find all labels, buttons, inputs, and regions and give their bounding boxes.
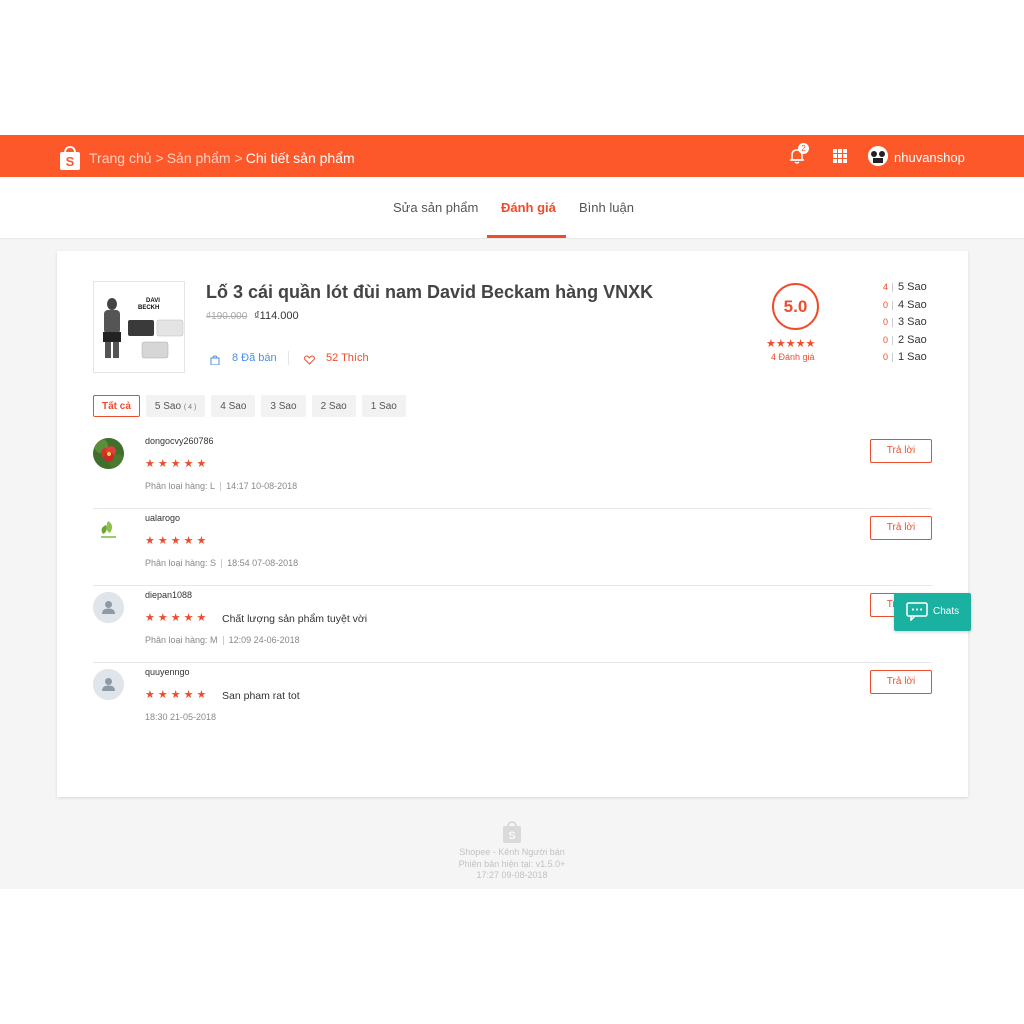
- review-stars: ★★★★★: [145, 458, 210, 470]
- shopee-footer-logo-icon: S: [503, 821, 521, 843]
- footer-version: Phiên bản hiện tại: v1.5.0+: [458, 859, 566, 869]
- filter-count: ( 4 ): [183, 404, 197, 411]
- distribution-label: 4 Sao: [898, 299, 927, 311]
- svg-text:BECKH: BECKH: [138, 305, 159, 311]
- seller-centre-frame: S Trang chủ > Sản phẩm > Chi tiết sản ph…: [0, 135, 1024, 889]
- notification-badge: 2: [798, 143, 809, 154]
- stat-divider: [288, 351, 289, 365]
- review-meta: Phân loại hàng: M 12:09 24-06-2018: [145, 635, 300, 645]
- filter-label: 5 Sao: [154, 401, 182, 412]
- heart-icon: [304, 355, 315, 365]
- distribution-count: 0: [882, 317, 888, 327]
- review-item: quuyenngo ★★★★★ San pham rat tot 18:30 2…: [93, 663, 932, 740]
- rating-distribution-row: 4 5 Sao: [879, 281, 927, 293]
- footer-brand: Shopee - Kênh Người bán: [459, 847, 565, 857]
- filter-3-stars[interactable]: 3 Sao: [261, 395, 306, 417]
- leaf-logo-avatar: [93, 515, 124, 546]
- rating-distribution-row: 0 4 Sao: [879, 299, 927, 311]
- reply-button[interactable]: Trả lời: [870, 670, 932, 694]
- distribution-label: 5 Sao: [898, 281, 927, 293]
- distribution-count: 4: [882, 282, 888, 292]
- filter-2-stars[interactable]: 2 Sao: [311, 395, 356, 417]
- sale-price: ₫114.000: [254, 310, 299, 322]
- breadcrumb-products[interactable]: Sản phẩm: [167, 150, 231, 166]
- review-meta: Phân loại hàng: L 14:17 10-08-2018: [145, 481, 297, 491]
- breadcrumb-separator: >: [234, 150, 243, 166]
- reply-button[interactable]: Trả lời: [870, 516, 932, 540]
- review-meta: 18:30 21-05-2018: [145, 712, 216, 722]
- tab-reviews[interactable]: Đánh giá: [501, 200, 556, 215]
- original-price: ₫190.000: [206, 311, 248, 322]
- svg-text:DAVI: DAVI: [146, 298, 160, 304]
- review-time: 18:54 07-08-2018: [227, 558, 299, 568]
- shopping-bag-icon: [210, 355, 220, 365]
- review-variant: Phân loại hàng: S: [145, 558, 217, 568]
- breadcrumb-home[interactable]: Trang chủ: [89, 150, 152, 166]
- filter-all[interactable]: Tất cả: [93, 395, 140, 417]
- reviews-card: DAVI BECKH Lố 3 cái quần lót đùi nam Dav…: [57, 251, 968, 797]
- rating-distribution-row: 0 1 Sao: [879, 351, 927, 363]
- sold-count: 8 Đã bán: [232, 352, 277, 364]
- top-navigation-bar: S Trang chủ > Sản phẩm > Chi tiết sản ph…: [0, 135, 1024, 177]
- breadcrumb: Trang chủ > Sản phẩm > Chi tiết sản phẩm: [89, 150, 355, 166]
- apps-grid-icon[interactable]: [833, 149, 847, 163]
- distribution-count: 0: [882, 300, 888, 310]
- shop-avatar[interactable]: [868, 146, 888, 166]
- filter-5-stars[interactable]: 5 Sao ( 4 ): [145, 395, 206, 417]
- review-meta: Phân loại hàng: S 18:54 07-08-2018: [145, 558, 298, 568]
- review-time: 18:30 21-05-2018: [145, 712, 217, 722]
- distribution-label: 1 Sao: [898, 351, 927, 363]
- rating-distribution-row: 0 2 Sao: [879, 334, 927, 346]
- review-item: ualarogo ★★★★★ Phân loại hàng: S 18:54 07…: [93, 509, 932, 586]
- distribution-label: 3 Sao: [898, 316, 927, 328]
- reviewer-username: quuyenngo: [145, 667, 190, 677]
- default-user-avatar: [93, 592, 124, 623]
- chat-bubble-icon: [906, 602, 928, 621]
- review-item: diepan1088 ★★★★★ Chất lượng sản phẩm tuy…: [93, 586, 932, 663]
- review-stars: ★★★★★: [145, 689, 210, 701]
- rating-filter-group: Tất cả 5 Sao ( 4 ) 4 Sao 3 Sao 2 Sao 1 S…: [93, 395, 406, 417]
- filter-1-star[interactable]: 1 Sao: [361, 395, 406, 417]
- review-comment: San pham rat tot: [222, 690, 300, 702]
- svg-text:S: S: [508, 830, 515, 842]
- default-user-avatar: [93, 669, 124, 700]
- average-rating-score: 5.0: [772, 283, 819, 330]
- distribution-count: 0: [882, 352, 888, 362]
- chat-label: Chats: [933, 606, 960, 617]
- product-image: DAVI BECKH: [94, 282, 184, 372]
- review-time: 14:17 10-08-2018: [226, 481, 298, 491]
- footer-timestamp: 17:27 09-08-2018: [476, 870, 548, 880]
- distribution-count: 0: [882, 335, 888, 345]
- active-tab-indicator: [487, 235, 566, 238]
- distribution-label: 2 Sao: [898, 334, 927, 346]
- reply-button[interactable]: Trả lời: [870, 439, 932, 463]
- average-rating-stars: ★★★★★: [766, 338, 816, 350]
- svg-text:S: S: [66, 154, 75, 169]
- tab-edit-product[interactable]: Sửa sản phẩm: [393, 200, 478, 215]
- review-stars: ★★★★★: [145, 612, 210, 624]
- review-variant: Phân loại hàng: M: [145, 635, 218, 645]
- shopee-logo-icon[interactable]: S: [59, 145, 81, 171]
- review-stars: ★★★★★: [145, 535, 210, 547]
- review-comment: Chất lượng sản phẩm tuyệt vời: [222, 613, 368, 625]
- product-tab-bar: Sửa sản phẩm Đánh giá Bình luận: [0, 177, 1024, 239]
- review-time: 12:09 24-06-2018: [228, 635, 300, 645]
- reviewer-username: diepan1088: [145, 590, 193, 600]
- shop-username[interactable]: nhuvanshop: [894, 150, 965, 165]
- product-title: Lố 3 cái quần lót đùi nam David Beckam h…: [206, 282, 654, 302]
- reviewer-username: ualarogo: [145, 513, 181, 523]
- breadcrumb-separator: >: [155, 150, 164, 166]
- chat-button[interactable]: Chats: [894, 593, 971, 631]
- filter-4-stars[interactable]: 4 Sao: [211, 395, 256, 417]
- tab-comments[interactable]: Bình luận: [579, 200, 634, 215]
- review-item: dongocvy260786 ★★★★★ Phân loại hàng: L 14…: [93, 432, 932, 509]
- rating-count: 4 Đánh giá: [771, 352, 815, 362]
- review-variant: Phân loại hàng: L: [145, 481, 216, 491]
- breadcrumb-current: Chi tiết sản phẩm: [245, 150, 355, 166]
- reviewer-username: dongocvy260786: [145, 436, 214, 446]
- rating-distribution-row: 0 3 Sao: [879, 316, 927, 328]
- like-count: 52 Thích: [326, 352, 369, 364]
- product-thumbnail: DAVI BECKH: [93, 281, 185, 373]
- flower-avatar: [93, 438, 124, 469]
